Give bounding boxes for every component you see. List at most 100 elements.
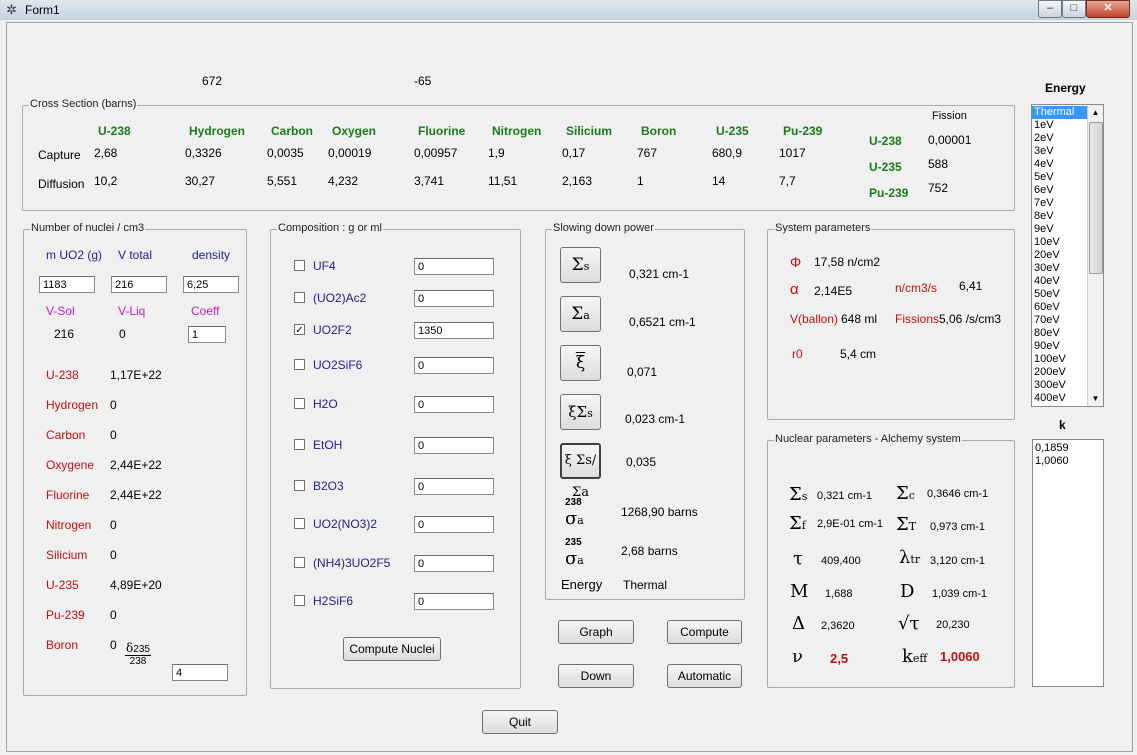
scroll-thumb[interactable]	[1089, 122, 1103, 274]
composition-checkbox[interactable]	[294, 480, 305, 491]
diffusion-label: Diffusion	[38, 177, 85, 191]
energy-item[interactable]: 8eV	[1032, 210, 1087, 223]
cs-capture-cell: 0,0035	[267, 146, 304, 160]
minimize-button[interactable]: ‒	[1038, 0, 1062, 18]
vtotal-input[interactable]: 216	[111, 276, 167, 293]
composition-label: (UO2)Ac2	[313, 291, 367, 305]
cs-header: Fluorine	[418, 124, 466, 138]
energy-item[interactable]: 5eV	[1032, 171, 1087, 184]
coeff-input[interactable]: 1	[188, 326, 226, 343]
cs-diffusion-cell: 4,232	[328, 174, 359, 188]
sigma-a-238-symbol: 238 σa	[565, 497, 584, 529]
energy-item[interactable]: 6eV	[1032, 184, 1087, 197]
nuclide-label: U-235	[46, 578, 79, 592]
down-button[interactable]: Down	[558, 664, 634, 688]
nuc-sigma-f-value: 2,9E-01 cm-1	[817, 518, 884, 530]
compute-button[interactable]: Compute	[667, 620, 742, 644]
composition-input[interactable]: 0	[414, 593, 494, 610]
cs-diffusion-cell: 10,2	[94, 174, 118, 188]
composition-checkbox[interactable]	[294, 359, 305, 370]
energy-item[interactable]: 3eV	[1032, 145, 1087, 158]
cs-capture-cell: 0,17	[562, 146, 586, 160]
energy-item[interactable]: 9eV	[1032, 223, 1087, 236]
energy-item[interactable]: 7eV	[1032, 197, 1087, 210]
xi-sigma-s-button[interactable]: ξΣs	[560, 394, 601, 430]
cross-section-title: Cross Section (barns)	[29, 98, 138, 110]
delta-input[interactable]: 4	[172, 664, 228, 681]
energy-item[interactable]: 2eV	[1032, 132, 1087, 145]
xi-button[interactable]: ξ	[560, 345, 601, 381]
cs-capture-cell: 0,3326	[185, 146, 222, 160]
energy-item[interactable]: 200eV	[1032, 366, 1087, 379]
energy-item[interactable]: 70eV	[1032, 314, 1087, 327]
nuclide-value: 0	[110, 608, 117, 622]
muo2-input[interactable]: 1183	[39, 276, 95, 293]
composition-input[interactable]: 0	[414, 555, 494, 572]
title-bar[interactable]: ✲ Form1 ‒ □ ✕	[0, 0, 1137, 20]
nuclear-title: Nuclear parameters - Alchemy system	[774, 433, 962, 445]
energy-item[interactable]: Thermal	[1032, 106, 1087, 119]
composition-checkbox[interactable]	[294, 557, 305, 568]
composition-checkbox[interactable]	[294, 439, 305, 450]
xi-sigma-ratio-button[interactable]: ξ Σs/Σa	[560, 443, 601, 500]
quit-button[interactable]: Quit	[482, 710, 558, 734]
delta-symbol: δ235 238	[125, 641, 151, 667]
composition-input[interactable]: 0	[414, 478, 494, 495]
composition-input[interactable]: 0	[414, 258, 494, 275]
automatic-button[interactable]: Automatic	[667, 664, 742, 688]
composition-checkbox[interactable]: ✓	[294, 324, 305, 336]
sigma-a-button[interactable]: Σa	[560, 296, 601, 332]
composition-input[interactable]: 0	[414, 396, 494, 413]
composition-checkbox[interactable]	[294, 260, 305, 271]
composition-checkbox[interactable]	[294, 292, 305, 303]
composition-input[interactable]: 0	[414, 290, 494, 307]
composition-checkbox[interactable]	[294, 398, 305, 409]
energy-item[interactable]: 400eV	[1032, 392, 1087, 405]
d-value: 1,039 cm-1	[932, 588, 988, 600]
maximize-button[interactable]: □	[1062, 0, 1086, 18]
close-button[interactable]: ✕	[1086, 0, 1130, 18]
composition-input[interactable]: 0	[414, 357, 494, 374]
energy-item[interactable]: 300eV	[1032, 379, 1087, 392]
energy-item[interactable]: 4eV	[1032, 158, 1087, 171]
energy-item[interactable]: 20eV	[1032, 249, 1087, 262]
composition-input[interactable]: 0	[414, 437, 494, 454]
alpha-symbol: α	[790, 281, 799, 298]
energy-item[interactable]: 10eV	[1032, 236, 1087, 249]
scroll-up-icon[interactable]: ▲	[1088, 105, 1103, 120]
energy-item[interactable]: 100eV	[1032, 353, 1087, 366]
energy-item[interactable]: 50eV	[1032, 288, 1087, 301]
composition-input[interactable]: 1350	[414, 322, 494, 339]
energy-item[interactable]: 90eV	[1032, 340, 1087, 353]
energy-listbox[interactable]: Thermal 1eV 2eV 3eV 4eV 5eV 6eV 7eV 8eV 9eV 10eV 20…	[1031, 104, 1104, 407]
graph-button[interactable]: Graph	[558, 620, 634, 644]
composition-checkbox[interactable]	[294, 595, 305, 606]
composition-checkbox[interactable]	[294, 518, 305, 529]
vtotal-label: V total	[118, 248, 153, 262]
density-input[interactable]: 6,25	[183, 276, 239, 293]
energy-item[interactable]: 1eV	[1032, 119, 1087, 132]
energy-item[interactable]: 80eV	[1032, 327, 1087, 340]
sigma-s-button[interactable]: Σs	[560, 247, 601, 283]
r0-label: r0	[792, 347, 803, 361]
k-listbox[interactable]: 0,1859 1,0060	[1032, 439, 1104, 687]
slowing-group: Slowing down power Σs Σa ξ ξΣs ξ Σs/Σa 0…	[545, 222, 745, 600]
energy-scrollbar[interactable]: ▲ ▼	[1087, 105, 1103, 406]
composition-input[interactable]: 0	[414, 516, 494, 533]
energy-item[interactable]: 40eV	[1032, 275, 1087, 288]
compute-nuclei-button[interactable]: Compute Nuclei	[343, 637, 441, 661]
cs-diffusion-cell: 30,27	[185, 174, 216, 188]
lambda-tr-value: 3,120 cm-1	[930, 555, 986, 567]
sigma-t-symbol: ΣT	[896, 514, 917, 535]
cs-header: Oxygen	[332, 124, 377, 138]
energy-item[interactable]: 30eV	[1032, 262, 1087, 275]
k-item[interactable]: 1,0060	[1033, 455, 1069, 468]
composition-title: Composition : g or ml	[277, 222, 383, 234]
k-item[interactable]: 0,1859	[1033, 442, 1069, 455]
nuclide-label: Silicium	[46, 548, 88, 562]
energy-list-title: Energy	[1045, 81, 1086, 95]
energy-item[interactable]: 60eV	[1032, 301, 1087, 314]
fissions-label: Fissions	[895, 312, 940, 326]
scroll-down-icon[interactable]: ▼	[1088, 391, 1103, 406]
cs-capture-cell: 1017	[779, 146, 806, 160]
